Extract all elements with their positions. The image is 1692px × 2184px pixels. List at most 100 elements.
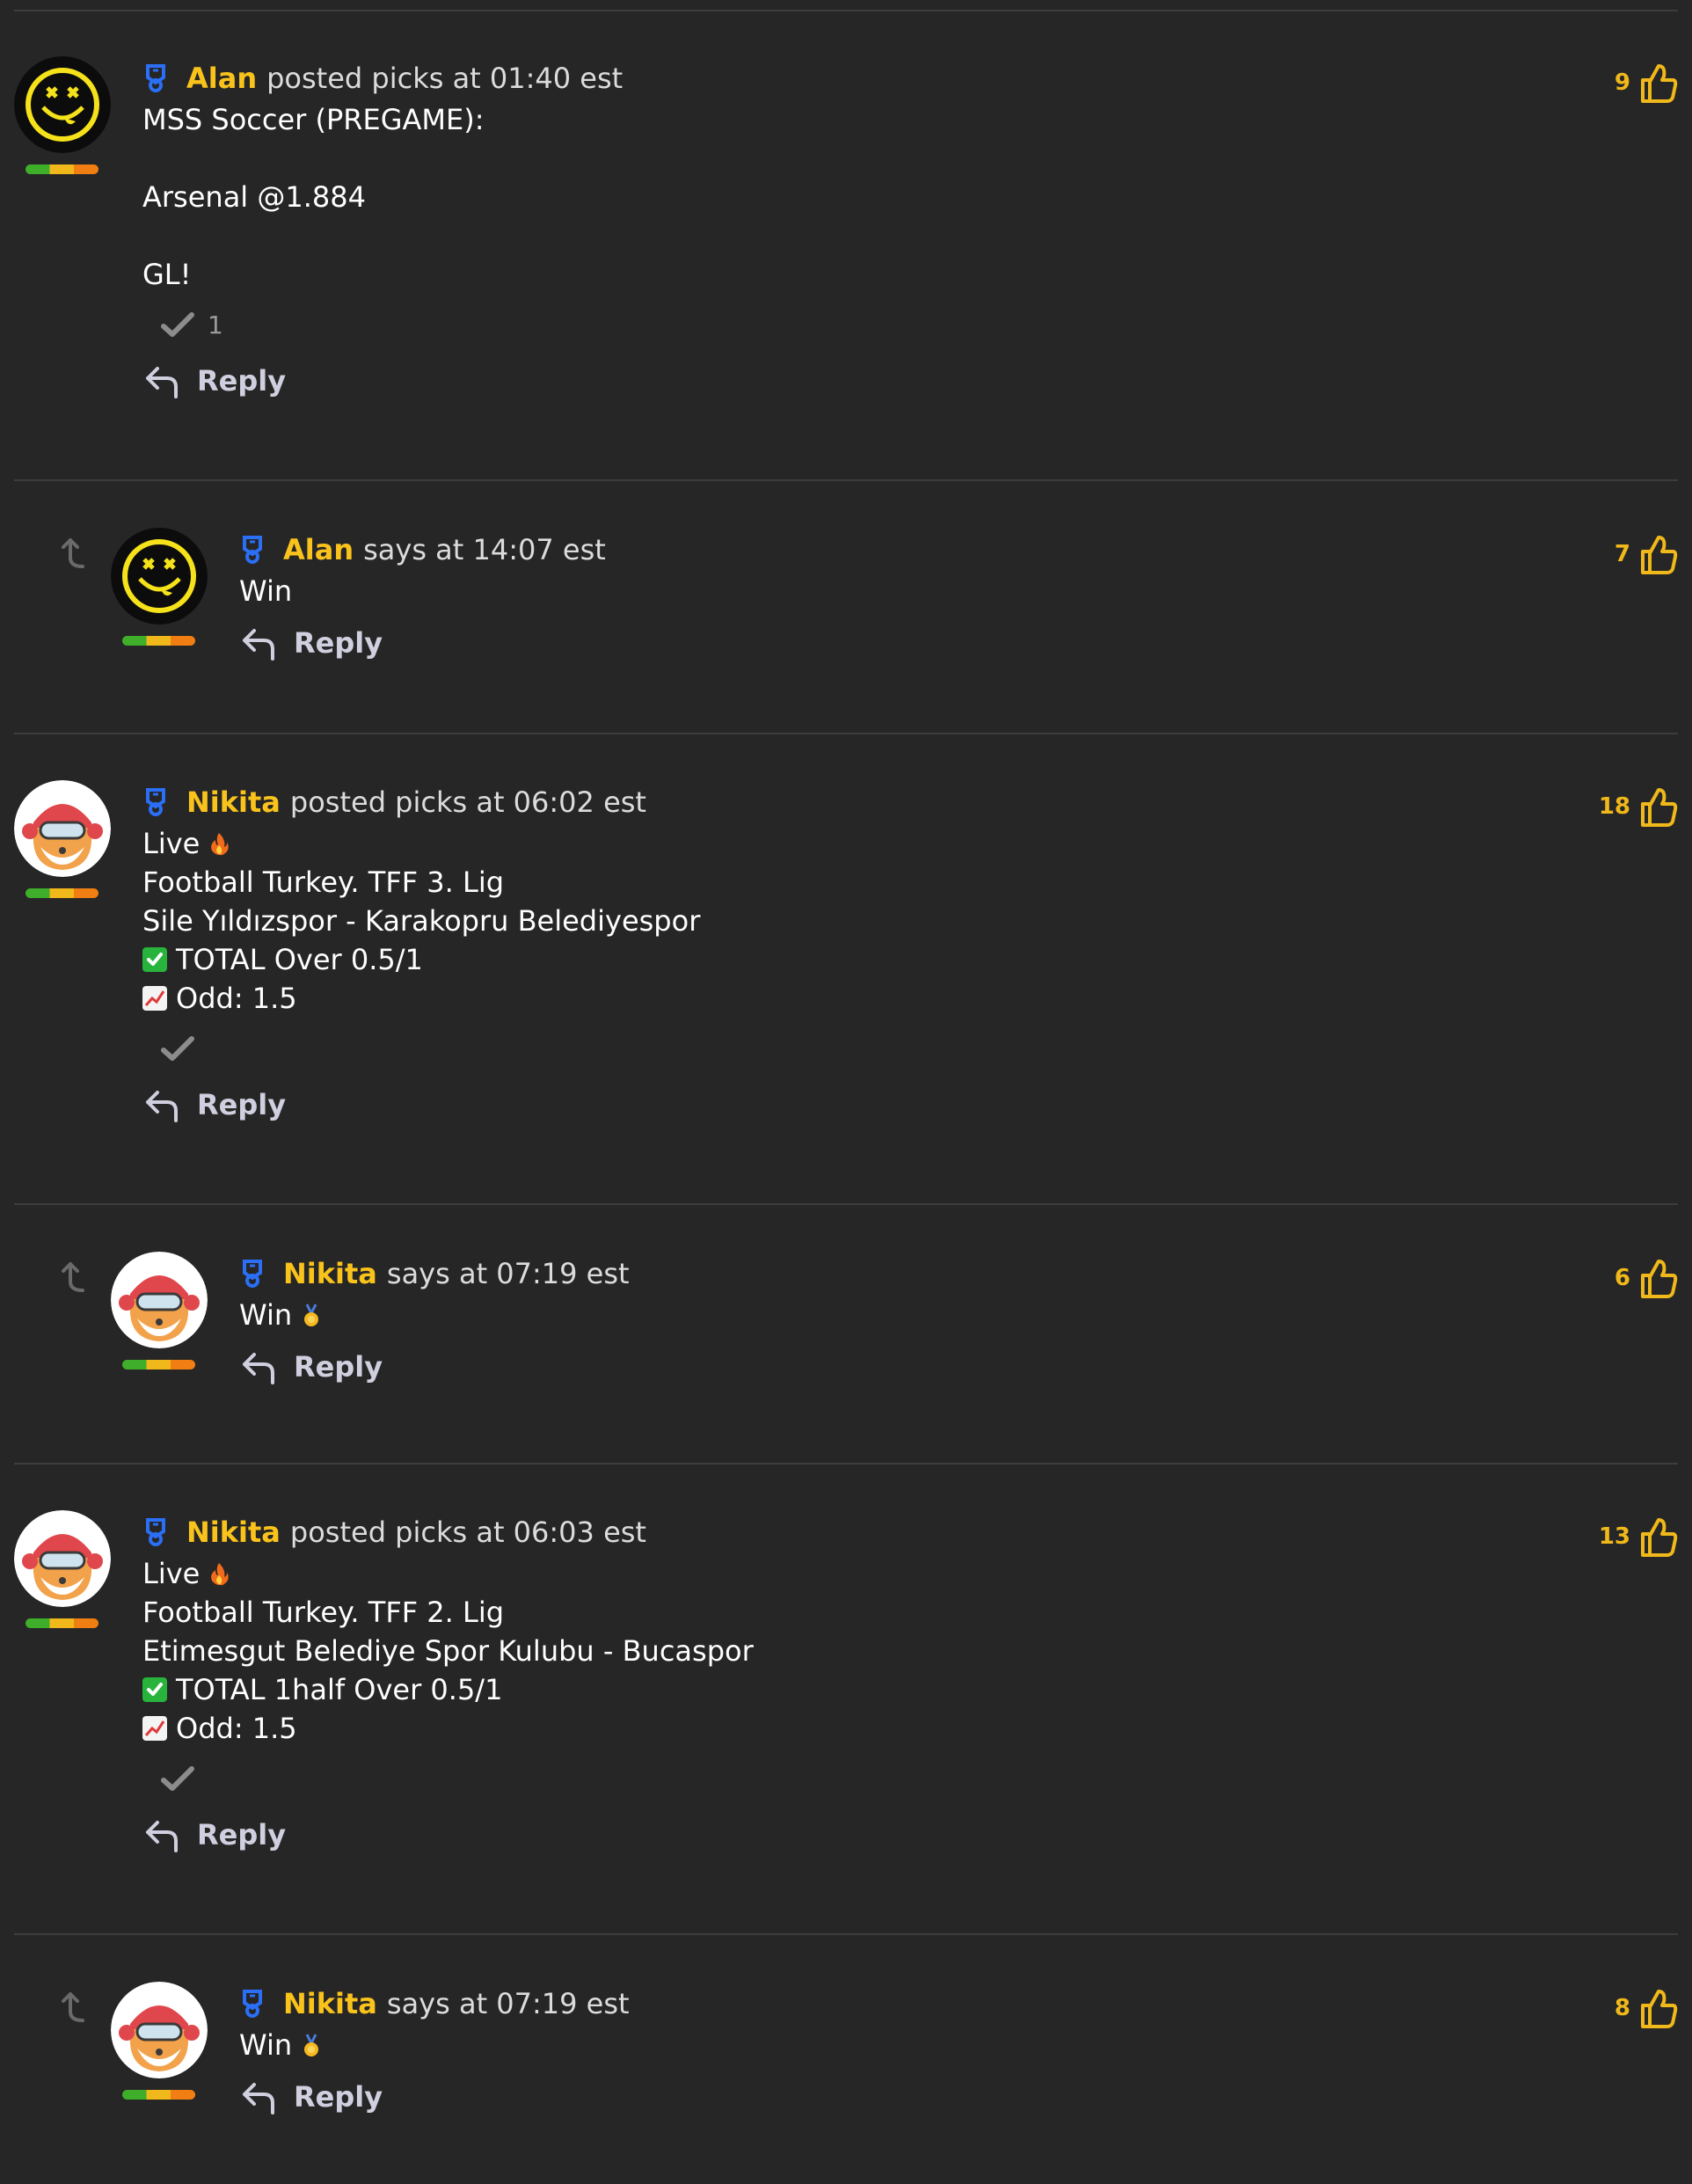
check-icon — [161, 312, 194, 337]
check-icon — [161, 1036, 194, 1061]
reply-label: Reply — [197, 1088, 287, 1121]
reply-icon — [243, 629, 274, 661]
medal-icon — [304, 2034, 319, 2056]
line-text: Odd: 1.5 — [176, 982, 297, 1015]
thumbs-up-icon — [1641, 64, 1678, 103]
like-count: 9 — [1614, 69, 1630, 96]
text-line: Live — [142, 1554, 1586, 1593]
text-line — [142, 216, 1586, 255]
badge-icon — [146, 788, 165, 816]
comment-text: Win — [239, 572, 1586, 610]
avatar-container — [111, 1252, 209, 1370]
shiba-icon — [111, 1982, 208, 2078]
check-icon — [161, 1766, 194, 1791]
rating-bar — [26, 1618, 98, 1628]
comment-body: Nikita says at 07:19 est Win Reply — [239, 1982, 1586, 2119]
username[interactable]: Nikita — [283, 1257, 377, 1290]
thumbs-up-icon — [1641, 1518, 1678, 1557]
comment-text: Win — [239, 2026, 1586, 2064]
text-line: TOTAL Over 0.5/1 — [142, 940, 1586, 979]
text-line: Win — [239, 2026, 1586, 2064]
username[interactable]: Alan — [186, 62, 257, 95]
reaction-check[interactable] — [160, 1028, 1586, 1069]
check-mark-button-icon — [142, 1677, 167, 1702]
comment-header: Nikita says at 07:19 est — [239, 1252, 1586, 1296]
avatar-container — [14, 1510, 113, 1628]
thumbs-up-icon — [1641, 1260, 1678, 1298]
avatar-container — [14, 780, 113, 898]
badge-icon — [243, 536, 262, 564]
divider — [14, 733, 1678, 734]
comment-text: Live Football Turkey. TFF 2. Lig Etimesg… — [142, 1554, 1586, 1748]
avatar[interactable] — [14, 56, 111, 153]
timestamp: posted picks at 06:02 est — [289, 785, 646, 819]
thumbs-up-icon — [1641, 536, 1678, 574]
reply-button[interactable]: Reply — [142, 359, 1586, 403]
avatar[interactable] — [111, 1982, 208, 2078]
line-text: Odd: 1.5 — [176, 1712, 297, 1745]
like-count: 13 — [1598, 1523, 1630, 1550]
like-button[interactable]: 13 — [1599, 1510, 1678, 1563]
avatar[interactable] — [14, 780, 111, 877]
reply-button[interactable]: Reply — [239, 621, 1586, 665]
username[interactable]: Nikita — [283, 1987, 377, 2020]
reply-button[interactable]: Reply — [142, 1813, 1586, 1857]
comment-header: Nikita posted picks at 06:02 est — [142, 780, 1586, 824]
chart-increasing-icon — [142, 986, 167, 1011]
reply-button[interactable]: Reply — [239, 1345, 1586, 1389]
nested-reply-arrow-icon — [62, 1262, 84, 1292]
text-line: Win — [239, 1296, 1586, 1334]
badge-icon — [243, 1260, 262, 1288]
reply-label: Reply — [294, 2080, 383, 2114]
comment-body: Alan says at 14:07 est Win Reply — [239, 528, 1586, 665]
text-line: Sile Yıldızspor - Karakopru Belediyespor — [142, 904, 701, 938]
avatar[interactable] — [14, 1510, 111, 1607]
reply-button[interactable]: Reply — [239, 2075, 1586, 2119]
reply-label: Reply — [197, 1818, 287, 1852]
shiba-icon — [14, 1510, 111, 1607]
comment-text: MSS Soccer (PREGAME): Arsenal @1.884 GL! — [142, 100, 1586, 294]
top-divider — [14, 10, 1678, 11]
text-line: Live — [142, 824, 1586, 863]
like-button[interactable]: 9 — [1615, 56, 1678, 109]
text-line: Win — [239, 574, 293, 608]
shiba-icon — [14, 780, 111, 877]
thumbs-up-icon — [1641, 788, 1678, 827]
reply-button[interactable]: Reply — [142, 1083, 1586, 1127]
username[interactable]: Alan — [283, 533, 354, 566]
like-count: 6 — [1614, 1265, 1630, 1291]
nested-reply-arrow-icon — [62, 538, 84, 568]
comment-header: Nikita says at 07:19 est — [239, 1982, 1586, 2026]
comment-reply: Nikita says at 07:19 est Win Reply 6 — [0, 1252, 1692, 1445]
reply-icon — [243, 2083, 274, 2115]
text-line: GL! — [142, 258, 192, 291]
like-button[interactable]: 8 — [1615, 1982, 1678, 2034]
text-line: Football Turkey. TFF 3. Lig — [142, 866, 505, 899]
username[interactable]: Nikita — [186, 1516, 281, 1549]
reply-label: Reply — [294, 1350, 383, 1384]
comment-header: Alan says at 14:07 est — [239, 528, 1586, 572]
rating-bar — [122, 1360, 195, 1370]
reaction-check[interactable] — [160, 1758, 1586, 1799]
comment-body: Alan posted picks at 01:40 est MSS Socce… — [142, 56, 1586, 403]
reaction-check[interactable]: 1 — [160, 304, 1586, 345]
divider — [14, 1463, 1678, 1465]
check-mark-button-icon — [142, 947, 167, 972]
like-button[interactable]: 7 — [1615, 528, 1678, 581]
avatar[interactable] — [111, 528, 208, 625]
timestamp: posted picks at 01:40 est — [266, 62, 624, 95]
thumbs-up-icon — [1641, 1990, 1678, 2028]
avatar[interactable] — [111, 1252, 208, 1348]
reply-icon — [243, 1353, 274, 1384]
username[interactable]: Nikita — [186, 785, 281, 819]
text-line: Etimesgut Belediye Spor Kulubu - Bucaspo… — [142, 1634, 754, 1668]
rating-bar — [122, 636, 195, 646]
comment-reply: Alan says at 14:07 est Win Reply 7 — [0, 528, 1692, 721]
like-button[interactable]: 18 — [1599, 780, 1678, 833]
reaction-count: 1 — [208, 310, 223, 340]
fire-icon — [211, 833, 230, 856]
comment-body: Nikita posted picks at 06:02 est Live Fo… — [142, 780, 1586, 1127]
nested-reply-arrow-icon — [62, 1992, 84, 2022]
smiley-icon — [14, 56, 111, 153]
like-button[interactable]: 6 — [1615, 1252, 1678, 1304]
